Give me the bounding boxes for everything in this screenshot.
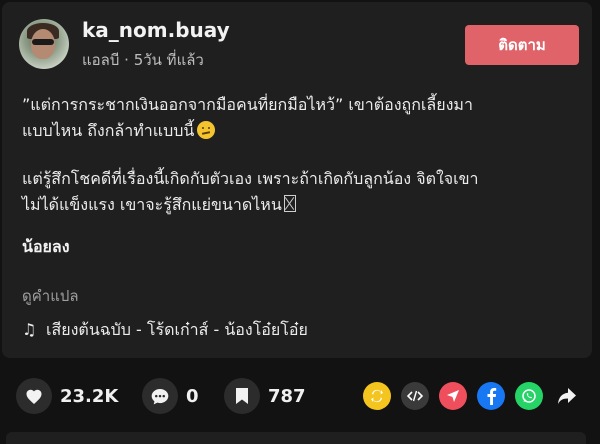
- music-note-icon: ♫: [22, 320, 37, 339]
- comment-stat[interactable]: 0: [142, 378, 199, 414]
- original-sound-label: เสียงต้นฉบับ - โร้ดเก๋าส์ - น้องโอ๋ยโอ๋ย: [46, 320, 308, 339]
- save-stat[interactable]: 787: [224, 378, 306, 414]
- caption-line-3: แต่รู้สึกโชคดีที่เรื่องนี้เกิดกับตัวเอง …: [22, 169, 479, 188]
- caption-line-4: ไม่ได้แข็งแรง เขาจะรู้สึกแย่ขนาดไหน: [22, 192, 582, 218]
- save-count: 787: [268, 385, 306, 407]
- post-meta: แอลบี · 5วัน ที่แล้ว: [82, 51, 204, 69]
- username[interactable]: ka_nom.buay: [82, 18, 230, 42]
- show-less-link[interactable]: น้อยลง: [22, 235, 70, 260]
- missing-glyph-icon: [283, 195, 296, 212]
- embed-code-icon[interactable]: [401, 382, 429, 410]
- next-post-edge: [6, 432, 586, 444]
- facebook-icon[interactable]: [477, 382, 505, 410]
- like-stat[interactable]: 23.2K: [16, 378, 118, 414]
- caption-line-4-text: ไม่ได้แข็งแรง เขาจะรู้สึกแย่ขนาดไหน: [22, 195, 282, 214]
- post-card: ka_nom.buay แอลบี · 5วัน ที่แล้ว ติดตาม …: [2, 2, 592, 358]
- original-sound[interactable]: ♫ เสียงต้นฉบับ - โร้ดเก๋าส์ - น้องโอ๋ยโอ๋…: [22, 318, 308, 343]
- caption-line-2: แบบไหน ถึงกล้าทำแบบนี้: [22, 118, 582, 144]
- repost-icon[interactable]: [363, 382, 391, 410]
- thinking-face-emoji: [197, 121, 216, 139]
- avatar-glasses: [32, 39, 54, 45]
- bookmark-icon[interactable]: [224, 378, 260, 414]
- caption-line-1: ”แต่การกระชากเงินออกจากมือคนที่ยกมือไหว้…: [22, 95, 473, 114]
- see-translation-link[interactable]: ดูคำแปล: [22, 284, 79, 308]
- comment-bubble-icon[interactable]: [142, 378, 178, 414]
- share-arrow-icon[interactable]: [553, 382, 581, 410]
- follow-button[interactable]: ติดตาม: [465, 25, 579, 65]
- send-icon[interactable]: [439, 382, 467, 410]
- comment-count: 0: [186, 385, 199, 407]
- heart-icon[interactable]: [16, 378, 52, 414]
- caption-line-2-text: แบบไหน ถึงกล้าทำแบบนี้: [22, 121, 195, 140]
- avatar[interactable]: [19, 19, 69, 69]
- like-count: 23.2K: [60, 385, 119, 407]
- whatsapp-icon[interactable]: [515, 382, 543, 410]
